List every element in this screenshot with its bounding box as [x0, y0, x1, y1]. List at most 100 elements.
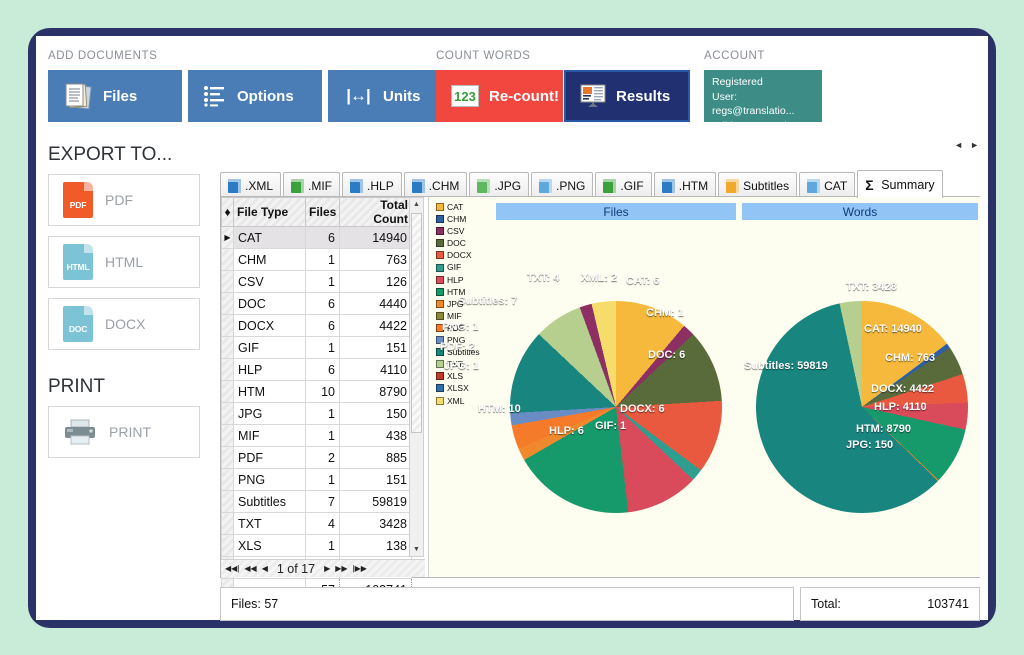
table-row[interactable]: DOCX 6 4422 — [221, 314, 412, 337]
export-html-button[interactable]: HTML HTML — [48, 236, 200, 288]
table-row[interactable]: HLP 6 4110 — [221, 358, 412, 381]
row-selector-cell[interactable] — [221, 490, 234, 513]
tab-label: .HLP — [367, 178, 394, 193]
table-row[interactable]: DOC 6 4440 — [221, 292, 412, 315]
cell-file-type: CAT — [233, 226, 306, 249]
tab-png[interactable]: .PNG — [531, 172, 594, 198]
tab-htm[interactable]: .HTM — [653, 172, 717, 198]
pager-next-page-icon[interactable]: ▶▶ — [335, 564, 347, 573]
row-selector-cell[interactable] — [221, 446, 234, 469]
tab-chm[interactable]: .CHM — [403, 172, 468, 198]
tab-mif[interactable]: .MIF — [283, 172, 341, 198]
account-info-box[interactable]: Registered User: regs@translatio... Edit… — [704, 70, 822, 132]
table-row[interactable]: HTM 10 8790 — [221, 380, 412, 403]
column-header-files[interactable]: Files — [305, 197, 340, 227]
options-button-label: Options — [237, 87, 294, 105]
legend-swatch — [436, 360, 444, 369]
scrollbar-thumb[interactable] — [411, 213, 422, 433]
table-row[interactable]: GIF 1 151 — [221, 336, 412, 359]
legend-item: CSV — [436, 225, 494, 237]
files-button[interactable]: Files — [48, 70, 182, 122]
files-pie-slice-label: GIF: 1 — [595, 420, 627, 432]
cell-total-count: 4422 — [339, 314, 412, 337]
tab-scroll-arrows[interactable]: ◄► — [954, 140, 986, 150]
table-vertical-scrollbar[interactable]: ▲ ▼ — [409, 197, 424, 557]
table-row[interactable]: PNG 1 151 — [221, 468, 412, 491]
export-heading: EXPORT TO... — [48, 144, 173, 165]
cell-file-type: DOCX — [233, 314, 306, 337]
row-selector-cell[interactable] — [221, 314, 234, 337]
legend-label: DOCX — [447, 250, 472, 261]
tab-scroll-right-icon[interactable]: ► — [970, 140, 986, 150]
table-row[interactable]: CSV 1 126 — [221, 270, 412, 293]
cell-total-count: 763 — [339, 248, 412, 271]
cell-files: 6 — [305, 314, 340, 337]
results-button-label: Results — [616, 87, 671, 105]
tab-label: .JPG — [494, 178, 522, 193]
export-pdf-button[interactable]: PDF PDF — [48, 174, 200, 226]
tab-summary[interactable]: Σ Summary — [857, 170, 943, 198]
htm-file-icon — [661, 178, 675, 193]
pager-first-icon[interactable]: ◀◀| — [225, 564, 239, 573]
table-row[interactable]: XLS 1 138 — [221, 534, 412, 557]
row-selector-cell[interactable] — [221, 336, 234, 359]
tab-hlp[interactable]: .HLP — [342, 172, 402, 198]
options-button[interactable]: Options — [188, 70, 322, 122]
table-row[interactable]: CHM 1 763 — [221, 248, 412, 271]
column-header-file-type[interactable]: File Type — [233, 197, 306, 227]
legend-swatch — [436, 311, 444, 320]
pager-last-icon[interactable]: |▶▶ — [353, 564, 367, 573]
row-selector-cell[interactable] — [221, 402, 234, 425]
xml-file-icon — [228, 178, 241, 193]
tab-xml[interactable]: .XML — [220, 172, 282, 198]
table-body: ▶ CAT 6 14940 CHM 1 763 CSV 1 126 DOC 6 4440 DOCX 6 442… — [221, 226, 412, 601]
row-selector-cell[interactable] — [221, 358, 234, 381]
tab-cat[interactable]: CAT — [799, 172, 856, 198]
tab-jpg[interactable]: .JPG — [469, 172, 530, 198]
scroll-up-icon[interactable]: ▲ — [410, 198, 423, 211]
pager-prev-icon[interactable]: ◀ — [262, 564, 268, 573]
export-docx-button[interactable]: DOC DOCX — [48, 298, 200, 350]
jpg-file-icon — [477, 178, 491, 193]
recount-button[interactable]: 123 Re-count! — [436, 70, 565, 122]
table-row[interactable]: Subtitles 7 59819 — [221, 490, 412, 513]
row-selector-cell[interactable] — [221, 512, 234, 535]
words-pie-slice-label: Subtitles: 59819 — [744, 360, 828, 372]
tab-label: .CHM — [428, 178, 460, 193]
cell-total-count: 151 — [339, 468, 412, 491]
table-row[interactable]: JPG 1 150 — [221, 402, 412, 425]
account-edition: Edition: Enterprise — [712, 119, 798, 132]
pager-next-icon[interactable]: ▶ — [324, 564, 330, 573]
print-button[interactable]: PRINT — [48, 406, 200, 458]
files-pie-slice-label: TXT: 4 — [527, 272, 560, 284]
tab-scroll-left-icon[interactable]: ◄ — [954, 140, 970, 150]
table-row[interactable]: TXT 4 3428 — [221, 512, 412, 535]
row-selector-cell[interactable] — [221, 270, 234, 293]
group-label-count-words: COUNT WORDS — [436, 50, 531, 62]
row-selector-cell[interactable]: ▶ — [221, 226, 234, 249]
table-row[interactable]: ▶ CAT 6 14940 — [221, 226, 412, 249]
cell-file-type: Subtitles — [233, 490, 306, 513]
account-status: Registered — [712, 76, 763, 88]
words-pie-slice-label: CAT: 14940 — [864, 323, 922, 335]
cell-files: 4 — [305, 512, 340, 535]
row-selector-cell[interactable] — [221, 380, 234, 403]
column-header-total-count[interactable]: Total Count — [339, 197, 412, 227]
cell-files: 1 — [305, 248, 340, 271]
row-selector-cell[interactable] — [221, 248, 234, 271]
row-selector-cell[interactable] — [221, 468, 234, 491]
row-selector-cell[interactable] — [221, 534, 234, 557]
row-selector-cell[interactable] — [221, 424, 234, 447]
pager-prev-page-icon[interactable]: ◀◀ — [244, 564, 256, 573]
tab-label: .XML — [245, 178, 274, 193]
tab-label: Summary — [881, 177, 935, 192]
results-button[interactable]: Results — [563, 69, 691, 123]
tab-gif[interactable]: .GIF — [595, 172, 652, 198]
table-row[interactable]: MIF 1 438 — [221, 424, 412, 447]
tab-label: .HTM — [678, 178, 709, 193]
scroll-down-icon[interactable]: ▼ — [410, 543, 423, 556]
row-selector-cell[interactable] — [221, 292, 234, 315]
cell-files: 1 — [305, 424, 340, 447]
tab-subtitles[interactable]: Subtitles — [718, 172, 798, 198]
table-row[interactable]: PDF 2 885 — [221, 446, 412, 469]
